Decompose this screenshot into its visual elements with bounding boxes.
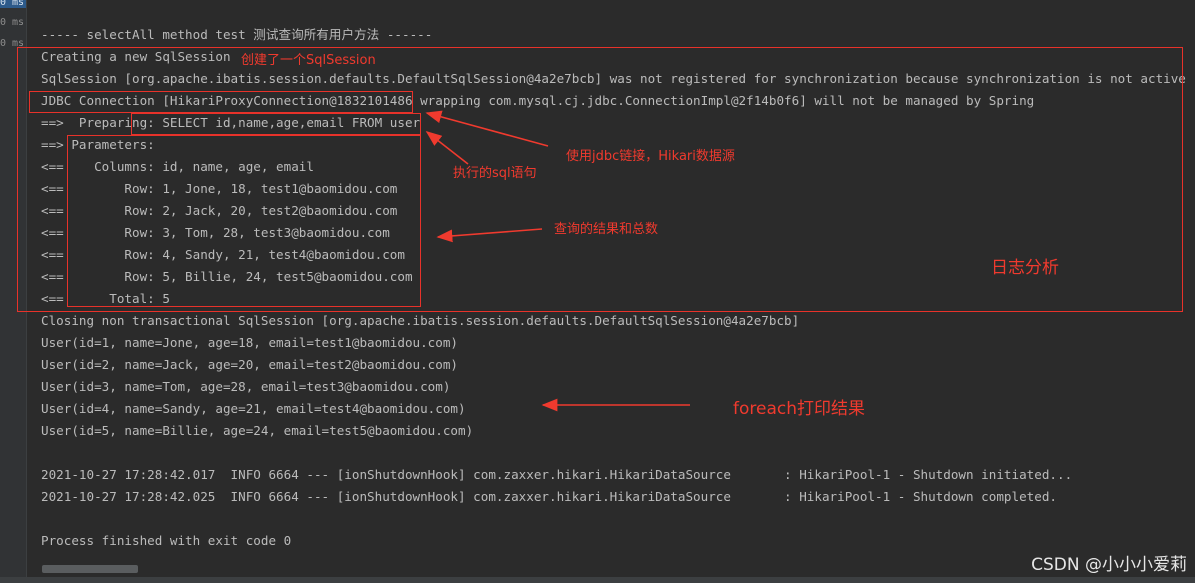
watermark: CSDN @小小小爱莉 xyxy=(1031,555,1187,575)
note-log-analysis: 日志分析 xyxy=(991,258,1059,278)
note-query-result: 查询的结果和总数 xyxy=(554,222,659,237)
note-foreach-print: foreach打印结果 xyxy=(733,399,865,419)
horizontal-scrollbar[interactable] xyxy=(42,565,138,573)
note-jdbc-hikari: 使用jdbc链接，Hikari数据源 xyxy=(566,149,735,164)
annotation-arrows xyxy=(425,110,690,412)
arrow-icon xyxy=(425,131,469,165)
arrow-icon xyxy=(436,228,543,243)
arrow-icon xyxy=(425,110,549,147)
note-create-session: 创建了一个SqlSession xyxy=(241,53,376,68)
status-bar xyxy=(0,577,1195,583)
note-sql-statement: 执行的sql语句 xyxy=(453,166,537,181)
